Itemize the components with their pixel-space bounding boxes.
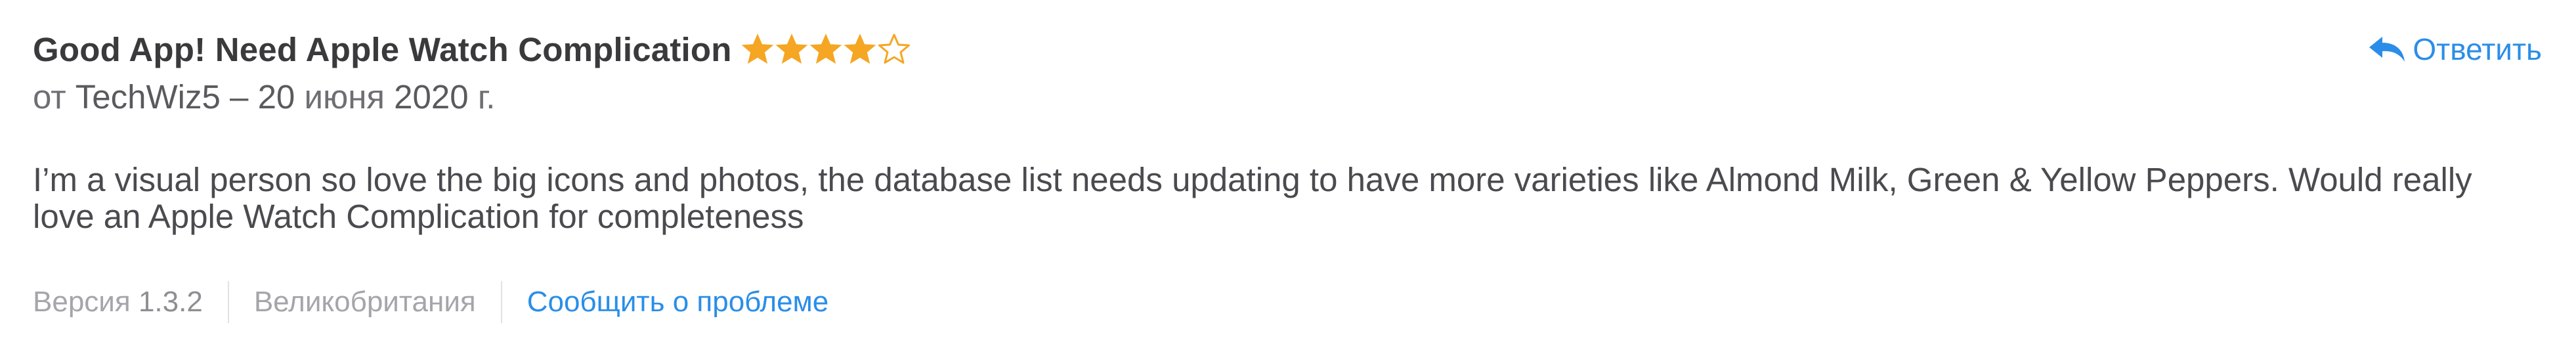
- review-footer: Версия 1.3.2 Великобритания Сообщить о п…: [33, 279, 828, 325]
- review-country: Великобритания: [253, 286, 476, 318]
- star-filled-icon: [844, 33, 876, 66]
- version-label: Версия: [33, 286, 131, 318]
- review-title: Good App! Need Apple Watch Complication: [33, 30, 732, 68]
- version-number: 1.3.2: [138, 286, 203, 318]
- byline-separator: –: [230, 78, 249, 116]
- reply-button[interactable]: Ответить: [2368, 32, 2542, 67]
- review-author: TechWiz5: [75, 78, 221, 116]
- review-date-suffix: г.: [477, 78, 496, 116]
- star-filled-icon: [809, 33, 842, 66]
- review-date-month: июня: [304, 78, 385, 116]
- byline-prefix: от: [33, 78, 66, 116]
- review-date-day: 20: [257, 78, 295, 116]
- review-body: I’m a visual person so love the big icon…: [33, 161, 2472, 235]
- report-problem-link[interactable]: Сообщить о проблеме: [527, 286, 829, 319]
- star-empty-icon: [878, 33, 911, 66]
- reply-label: Ответить: [2413, 32, 2542, 66]
- review-card: Good App! Need Apple Watch Complication …: [0, 0, 2576, 352]
- footer-divider: [500, 281, 502, 323]
- reply-arrow-icon: [2368, 34, 2406, 64]
- review-date-year: 2020: [394, 78, 469, 116]
- app-version: Версия 1.3.2: [33, 286, 203, 319]
- review-byline: от TechWiz5 – 20 июня 2020 г.: [33, 77, 495, 116]
- star-rating: [741, 33, 911, 66]
- footer-divider: [227, 281, 229, 323]
- star-filled-icon: [741, 33, 774, 66]
- star-filled-icon: [775, 33, 808, 66]
- review-title-row: Good App! Need Apple Watch Complication: [33, 26, 911, 72]
